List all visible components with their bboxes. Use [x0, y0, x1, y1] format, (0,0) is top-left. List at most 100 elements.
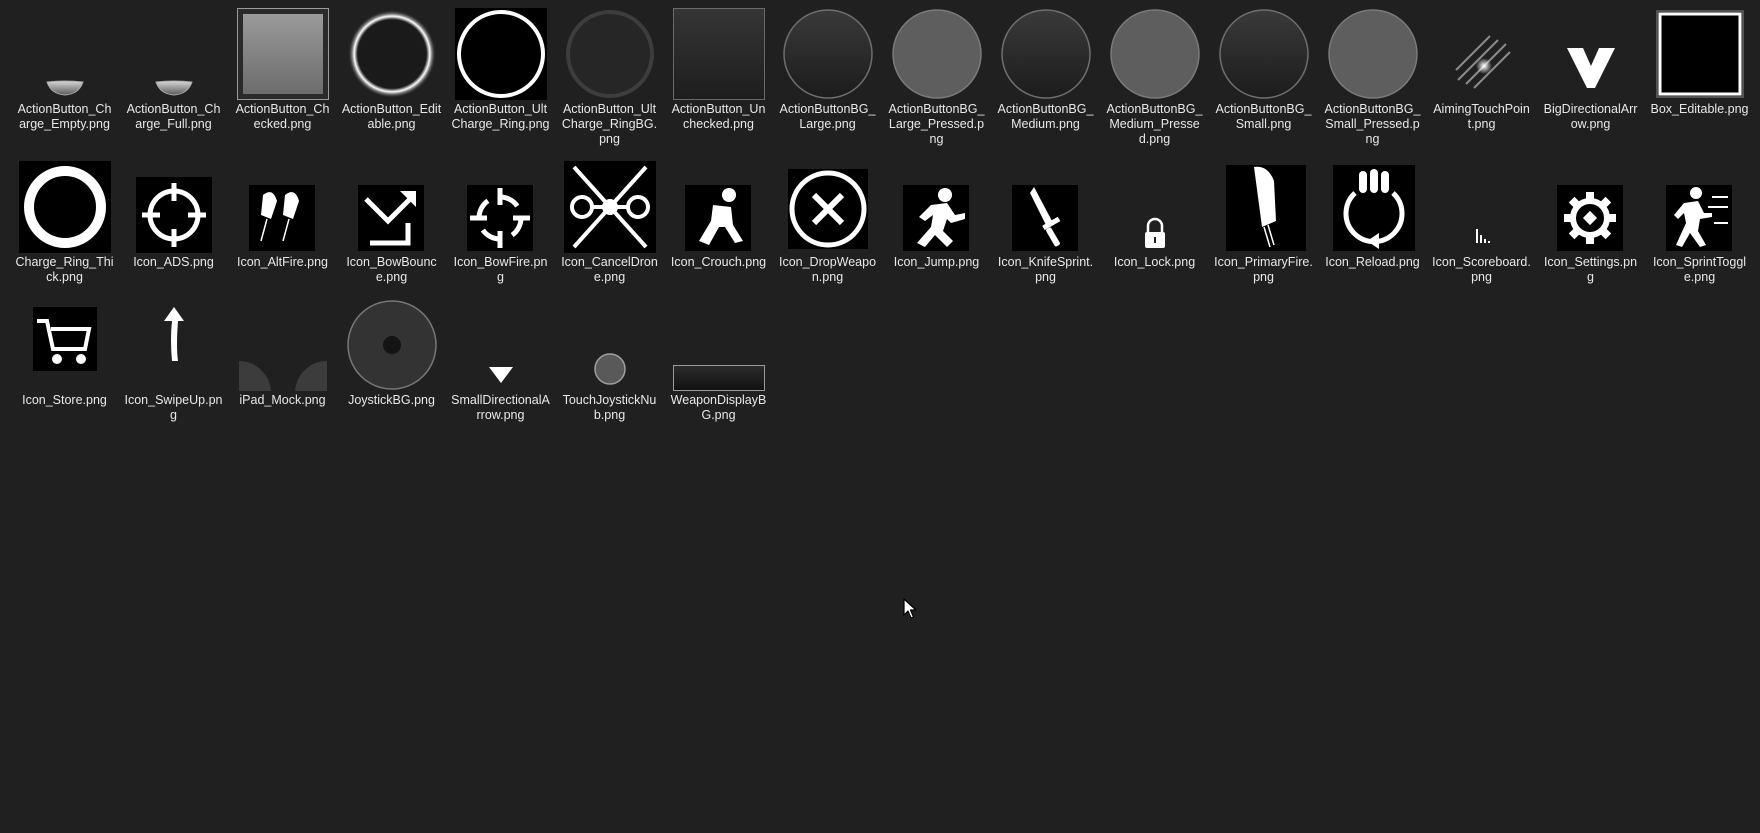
file-item[interactable]: Icon_ADS.png — [119, 161, 228, 285]
file-item[interactable]: Icon_Reload.png — [1318, 161, 1427, 285]
file-name: Icon_PrimaryFire.png — [1214, 255, 1313, 284]
file-name: WeaponDisplayBG.png — [670, 393, 767, 422]
bow-fire-reticle-icon — [455, 161, 547, 253]
file-item[interactable]: ActionButton_Unchecked.png — [664, 8, 773, 147]
white-ring-icon — [454, 8, 547, 100]
file-item[interactable]: Icon_Lock.png — [1100, 161, 1209, 285]
file-item[interactable]: Icon_Settings.png — [1536, 161, 1645, 285]
file-item[interactable]: Icon_Crouch.png — [664, 161, 773, 285]
circle-x-icon — [782, 161, 874, 253]
file-item[interactable]: SmallDirectionalArrow.png — [446, 299, 555, 423]
file-item[interactable]: Icon_CancelDrone.png — [555, 161, 664, 285]
chevron-down-icon — [1545, 8, 1637, 100]
lock-icon — [1109, 161, 1201, 253]
file-name: ActionButton_UltCharge_Ring.png — [451, 102, 550, 131]
file-item[interactable]: Icon_PrimaryFire.png — [1209, 161, 1318, 285]
file-item[interactable]: JoystickBG.png — [337, 299, 446, 423]
file-name: Box_Editable.png — [1650, 102, 1749, 116]
file-item[interactable]: ActionButtonBG_Small.png — [1209, 8, 1318, 147]
dark-circle-icon — [1218, 8, 1310, 100]
file-item[interactable]: AimingTouchPoint.png — [1427, 8, 1536, 147]
file-item[interactable]: Icon_AltFire.png — [228, 161, 337, 285]
scoreboard-icon — [1436, 161, 1528, 253]
file-name: JoystickBG.png — [348, 393, 435, 407]
double-bullet-icon — [237, 161, 329, 253]
file-item[interactable]: ActionButtonBG_Small_Pressed.png — [1318, 8, 1427, 147]
bow-bounce-icon — [346, 161, 438, 253]
mouse-cursor-icon — [903, 598, 917, 619]
small-bowl-icon — [19, 8, 111, 100]
file-item[interactable]: iPad_Mock.png — [228, 299, 337, 423]
file-name: ActionButtonBG_Medium.png — [997, 102, 1094, 131]
sprint-figure-icon — [1654, 161, 1746, 253]
file-name: ActionButton_Editable.png — [341, 102, 442, 131]
file-item[interactable]: BigDirectionalArrow.png — [1536, 8, 1645, 147]
file-item[interactable]: TouchJoystickNub.png — [555, 299, 664, 423]
file-item[interactable]: Icon_SprintToggle.png — [1645, 161, 1754, 285]
file-item[interactable]: ActionButtonBG_Large.png — [773, 8, 882, 147]
file-item[interactable]: Icon_KnifeSprint.png — [991, 161, 1100, 285]
file-name: Icon_Settings.png — [1543, 255, 1638, 284]
file-name: Icon_Scoreboard.png — [1432, 255, 1531, 284]
file-name: ActionButtonBG_Large.png — [779, 102, 876, 131]
file-name: ActionButton_UltCharge_RingBG.png — [561, 102, 658, 146]
file-name: ActionButtonBG_Large_Pressed.png — [888, 102, 985, 146]
ipad-mock-icon — [237, 299, 329, 391]
file-item[interactable]: ActionButtonBG_Large_Pressed.png — [882, 8, 991, 147]
file-item[interactable]: ActionButton_Charge_Full.png — [119, 8, 228, 147]
file-item[interactable]: ActionButton_Checked.png — [228, 8, 337, 147]
bullet-icon — [1218, 161, 1310, 253]
file-name: AimingTouchPoint.png — [1433, 102, 1530, 131]
file-name: Icon_Jump.png — [893, 255, 980, 269]
file-item[interactable]: Icon_Jump.png — [882, 161, 991, 285]
file-item[interactable]: Icon_DropWeapon.png — [773, 161, 882, 285]
file-name: ActionButton_Checked.png — [235, 102, 330, 131]
cancel-drone-icon — [563, 161, 656, 253]
file-name: Icon_DropWeapon.png — [778, 255, 877, 284]
file-item[interactable]: Charge_Ring_Thick.png — [10, 161, 119, 285]
file-item[interactable]: Icon_Store.png — [10, 299, 119, 423]
file-item[interactable]: ActionButtonBG_Medium_Pressed.png — [1100, 8, 1209, 147]
file-item[interactable]: ActionButton_Editable.png — [337, 8, 446, 147]
running-figure-icon — [891, 161, 983, 253]
gear-icon — [1545, 161, 1637, 253]
file-item[interactable]: ActionButton_Charge_Empty.png — [10, 8, 119, 147]
file-item[interactable]: Icon_BowBounce.png — [337, 161, 446, 285]
file-item[interactable]: Icon_Scoreboard.png — [1427, 161, 1536, 285]
aiming-streak-icon — [1436, 8, 1528, 100]
file-name: Charge_Ring_Thick.png — [15, 255, 114, 284]
file-name: BigDirectionalArrow.png — [1543, 102, 1638, 131]
file-name: Icon_Reload.png — [1325, 255, 1420, 269]
file-name: Icon_BowBounce.png — [346, 255, 437, 284]
gray-square-icon — [236, 8, 329, 100]
file-name: ActionButtonBG_Small_Pressed.png — [1324, 102, 1421, 146]
file-item[interactable]: ActionButtonBG_Medium.png — [991, 8, 1100, 147]
file-item[interactable]: Icon_BowFire.png — [446, 161, 555, 285]
file-name: ActionButton_Unchecked.png — [671, 102, 766, 131]
glow-square-icon — [1654, 8, 1746, 100]
file-name: Icon_SwipeUp.png — [124, 393, 223, 422]
gray-circle-icon — [1109, 8, 1201, 100]
joystick-nub-icon — [564, 299, 656, 391]
file-name: ActionButtonBG_Medium_Pressed.png — [1106, 102, 1203, 146]
file-item[interactable]: Icon_SwipeUp.png — [119, 299, 228, 423]
file-name: Icon_CancelDrone.png — [561, 255, 658, 284]
dark-square-icon — [672, 8, 765, 100]
file-name: ActionButtonBG_Small.png — [1215, 102, 1312, 131]
file-name: TouchJoystickNub.png — [562, 393, 657, 422]
cart-icon — [19, 299, 111, 391]
glow-ring-icon — [346, 8, 438, 100]
file-item[interactable]: WeaponDisplayBG.png — [664, 299, 773, 423]
triangle-down-icon — [455, 299, 547, 391]
reload-icon — [1327, 161, 1419, 253]
crosshair-icon — [128, 161, 220, 253]
weapon-bar-icon — [672, 299, 765, 391]
file-item[interactable]: Box_Editable.png — [1645, 8, 1754, 147]
arrow-up-icon — [128, 299, 220, 391]
file-item[interactable]: ActionButton_UltCharge_RingBG.png — [555, 8, 664, 147]
file-item[interactable]: ActionButton_UltCharge_Ring.png — [446, 8, 555, 147]
file-name: Icon_Crouch.png — [670, 255, 767, 269]
file-name: SmallDirectionalArrow.png — [451, 393, 550, 422]
thick-ring-icon — [18, 161, 111, 253]
file-name: Icon_BowFire.png — [453, 255, 548, 284]
